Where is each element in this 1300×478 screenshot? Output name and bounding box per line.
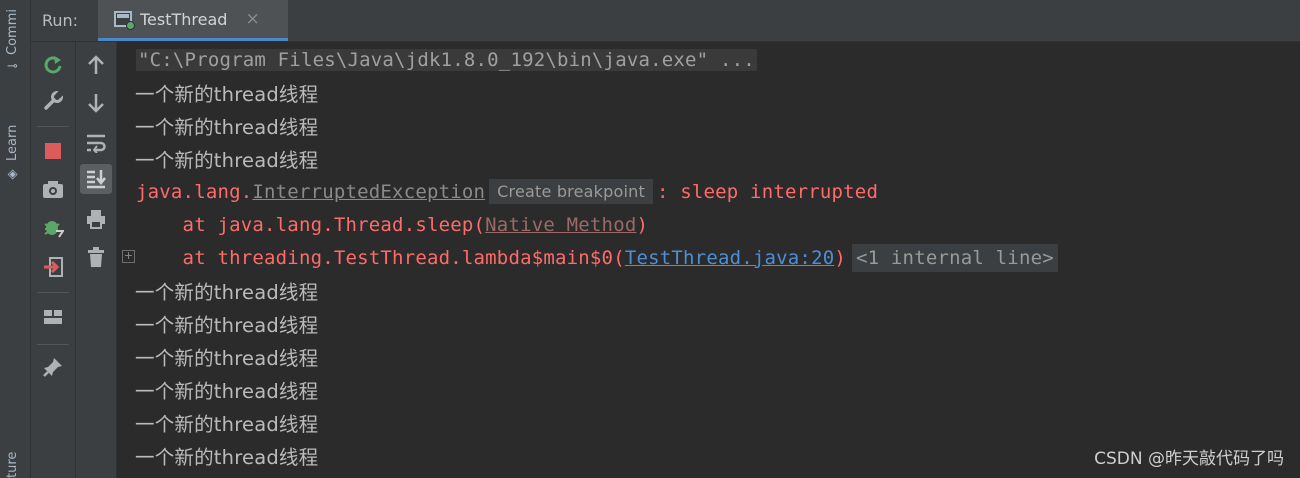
run-toolbar-left (31, 42, 76, 478)
print-icon (87, 210, 105, 229)
close-icon[interactable]: × (245, 9, 259, 29)
tab-testthread[interactable]: TestThread × (98, 0, 288, 41)
soft-wrap-button[interactable] (80, 128, 112, 158)
arrow-down-icon (88, 94, 104, 113)
trace-suffix: ) (834, 246, 846, 269)
bug-icon (44, 221, 64, 238)
stop-button[interactable] (37, 136, 69, 166)
structure-tab-label: ture (5, 451, 20, 478)
exception-message: : sleep interrupted (656, 180, 879, 203)
create-breakpoint-hint[interactable]: Create breakpoint (489, 179, 653, 204)
trash-icon (88, 247, 104, 267)
exception-package: java.lang. (136, 180, 253, 203)
native-method-link[interactable]: Native Method (485, 214, 636, 236)
stack-trace-line: at java.lang.Thread.sleep(Native Method) (136, 208, 648, 241)
output-line: 一个新的thread线程 (135, 347, 319, 370)
output-line: 一个新的thread线程 (135, 83, 319, 106)
output-line: 一个新的thread线程 (135, 413, 319, 436)
scroll-to-end-button[interactable] (80, 164, 112, 194)
run-label: Run: (42, 11, 79, 30)
rerun-icon (44, 56, 62, 74)
watermark: CSDN @昨天敲代码了吗 (1094, 449, 1284, 469)
run-header: Run: TestThread × (31, 0, 1300, 42)
stack-trace-line: at threading.TestThread.lambda$main$0(Te… (136, 241, 1058, 274)
exit-button[interactable] (37, 252, 69, 282)
commit-tool-tab[interactable]: ⊸ Commi (5, 0, 20, 75)
rerun-button[interactable] (37, 50, 69, 80)
learn-tab-label: Learn (5, 124, 20, 161)
command-text: "C:\Program Files\Java\jdk1.8.0_192\bin\… (136, 48, 757, 71)
source-file-link[interactable]: TestThread.java:20 (625, 247, 835, 269)
trace-suffix: ) (636, 213, 649, 236)
snapshot-button[interactable] (37, 174, 69, 204)
learn-icon: ◈ (5, 167, 20, 182)
learn-tool-tab[interactable]: ◈ Learn (5, 106, 20, 182)
output-line: 一个新的thread线程 (135, 380, 319, 403)
command-line: "C:\Program Files\Java\jdk1.8.0_192\bin\… (136, 43, 757, 76)
run-config-icon (114, 11, 135, 30)
pin-icon (43, 358, 62, 377)
settings-button[interactable] (37, 86, 69, 116)
commit-icon: ⊸ (7, 59, 18, 75)
output-line: 一个新的thread线程 (135, 446, 319, 469)
console-output[interactable]: "C:\Program Files\Java\jdk1.8.0_192\bin\… (117, 42, 1300, 478)
down-button[interactable] (80, 88, 112, 118)
output-line: 一个新的thread线程 (135, 116, 319, 139)
expand-fold-icon[interactable]: + (122, 250, 135, 263)
output-line: 一个新的thread线程 (135, 149, 319, 172)
commit-tab-label: Commi (5, 9, 20, 56)
internal-lines-fold[interactable]: <1 internal line> (852, 243, 1058, 272)
tool-window-strip: ⊸ Commi ◈ Learn ture (0, 0, 31, 478)
exit-icon (44, 257, 63, 277)
run-toolbar-right (76, 42, 117, 478)
up-button[interactable] (80, 50, 112, 80)
debug-button[interactable] (37, 212, 69, 242)
tab-title: TestThread (140, 9, 228, 29)
soft-wrap-icon (87, 134, 106, 153)
output-line: 一个新的thread线程 (135, 281, 319, 304)
output-line: 一个新的thread线程 (135, 314, 319, 337)
camera-icon (43, 181, 63, 198)
layout-button[interactable] (37, 302, 69, 332)
wrench-icon (44, 90, 64, 110)
structure-tool-tab[interactable]: ture (5, 440, 20, 478)
pin-button[interactable] (37, 352, 69, 382)
exception-class-link[interactable]: InterruptedException (252, 181, 485, 203)
arrow-up-icon (88, 55, 104, 74)
print-button[interactable] (80, 204, 112, 234)
trace-text: at threading.TestThread.lambda$main$0( (136, 246, 625, 269)
layout-icon (44, 310, 62, 324)
stop-icon (45, 143, 61, 159)
trace-text: at java.lang.Thread.sleep( (136, 213, 486, 236)
clear-button[interactable] (80, 242, 112, 272)
exception-line: java.lang. InterruptedException Create bre… (136, 175, 878, 208)
scroll-to-end-icon (87, 170, 106, 189)
